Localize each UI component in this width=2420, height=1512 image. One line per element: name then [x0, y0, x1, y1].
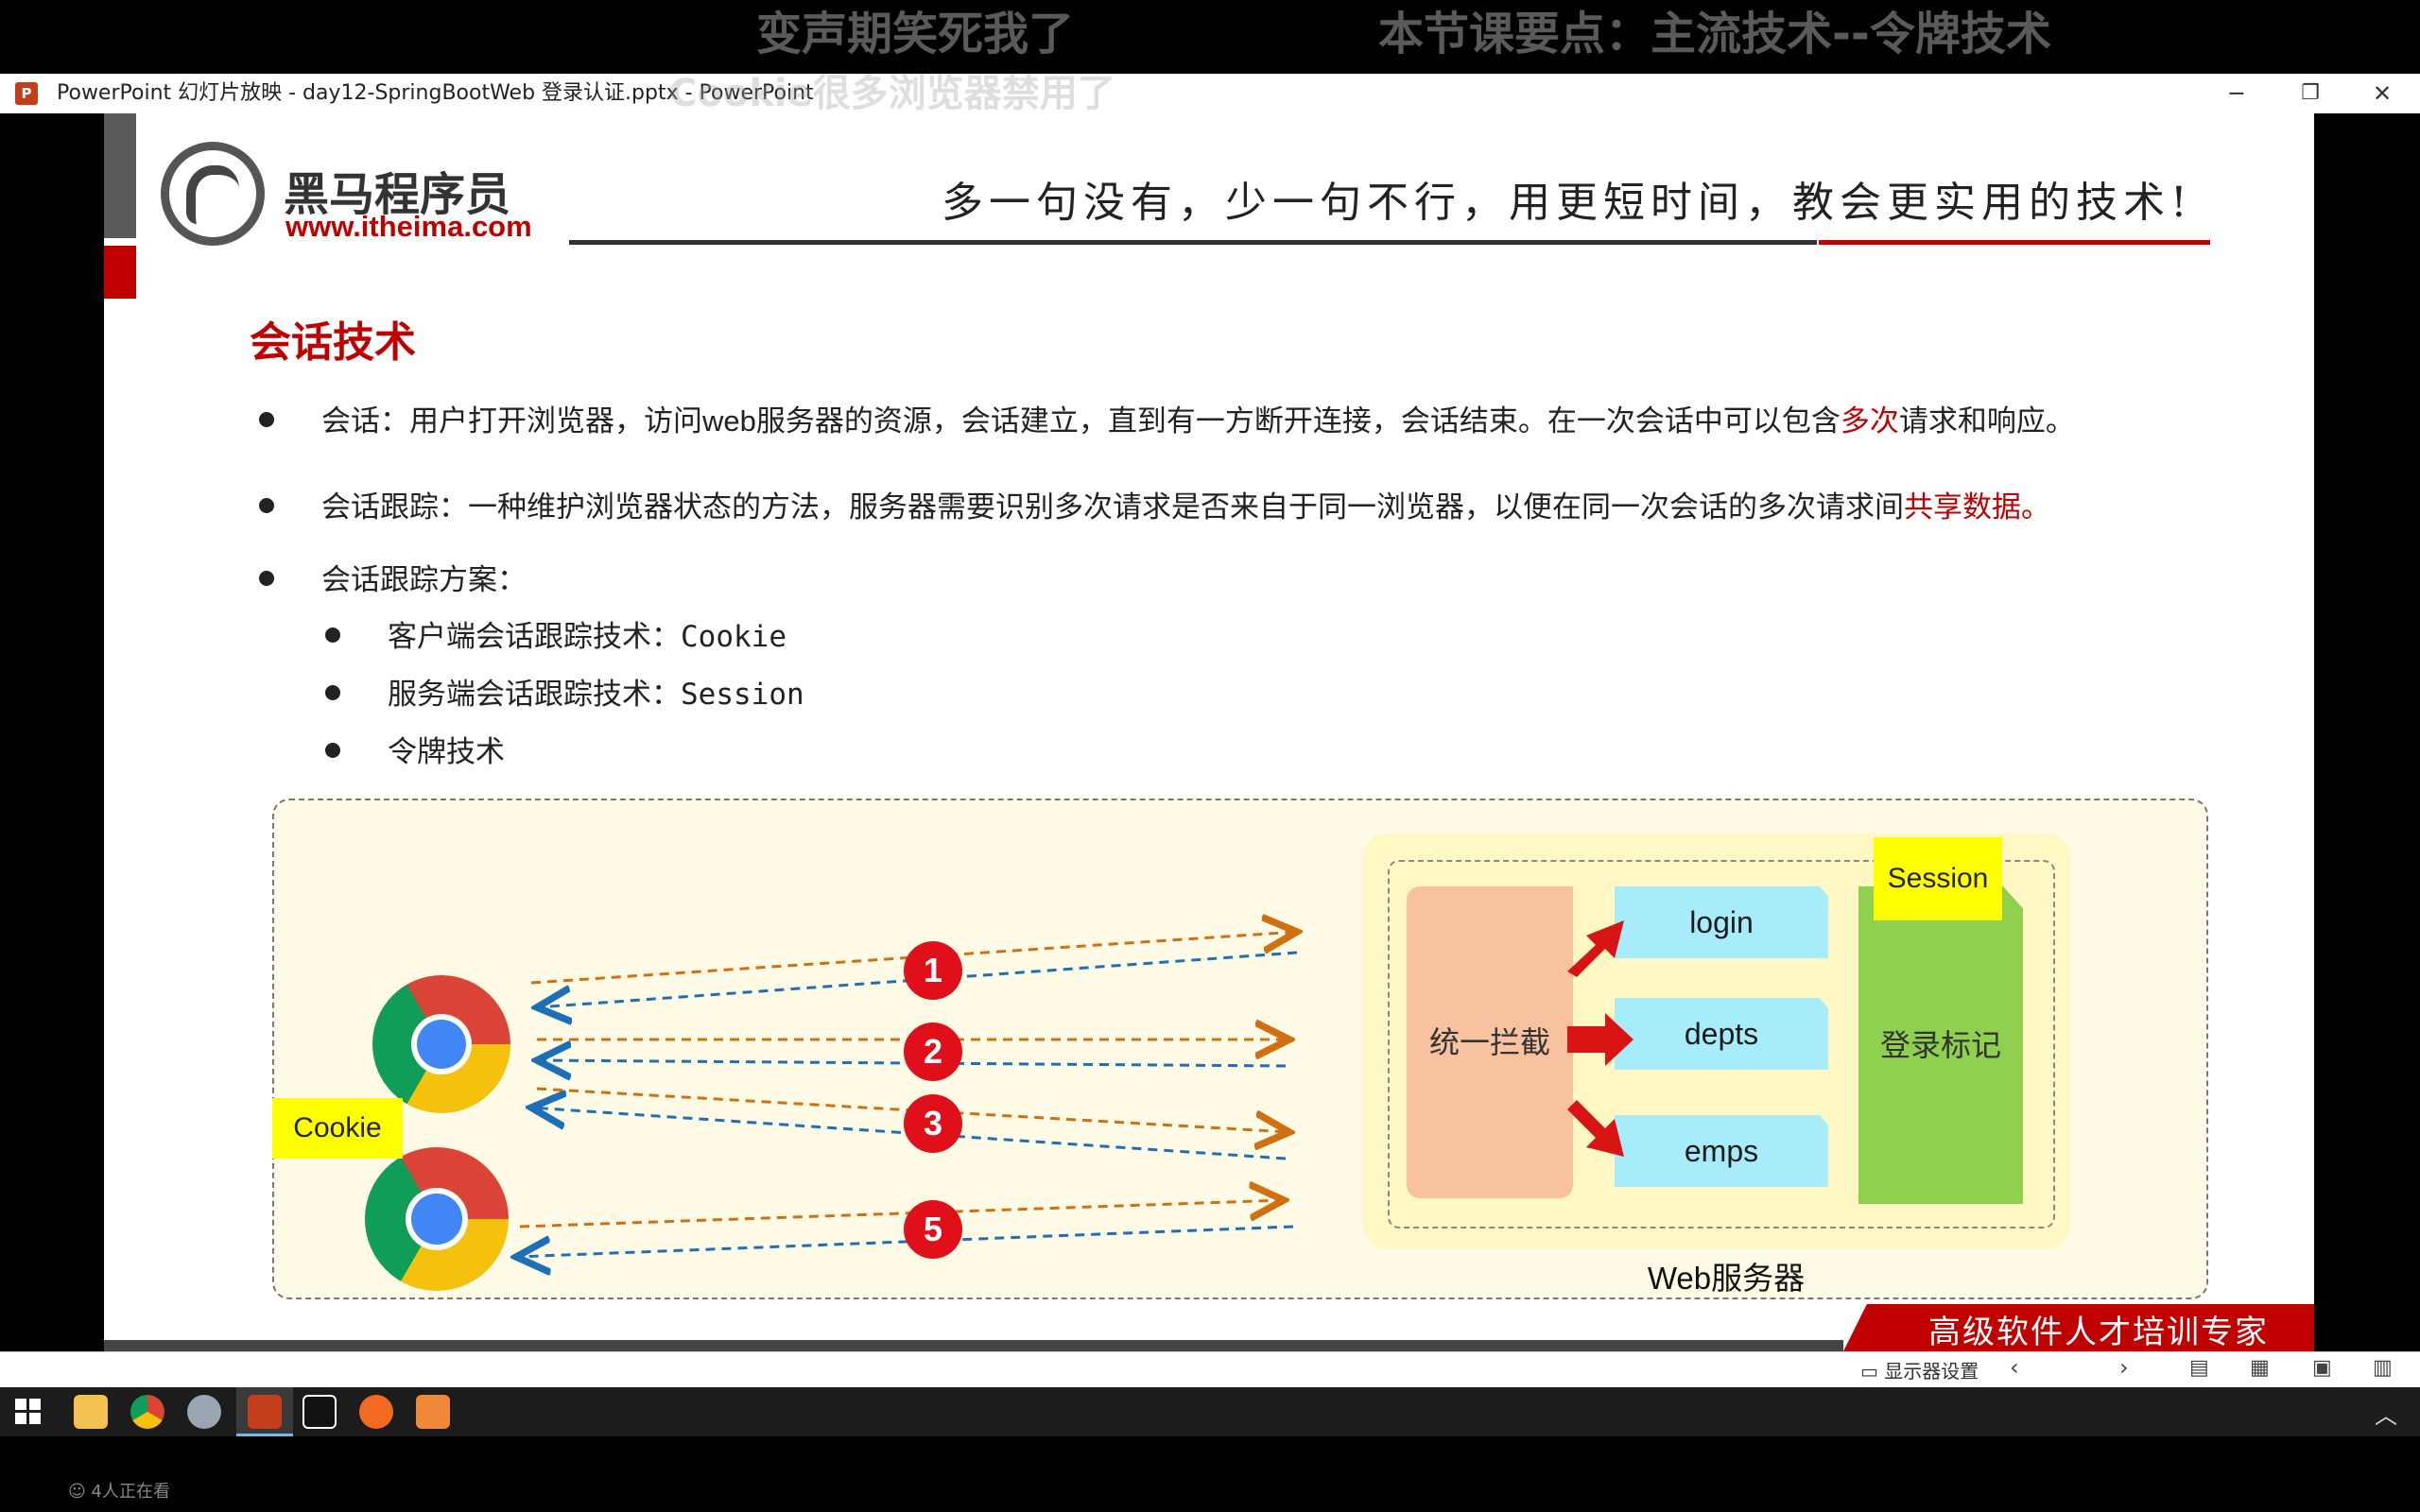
display-settings-button[interactable]: ▭ 显示器设置	[1860, 1356, 1979, 1383]
window-titlebar: P PowerPoint 幻灯片放映 - day12-SpringBootWeb…	[0, 74, 2420, 114]
overlay-caption-left: 变声期笑死我了	[756, 8, 1075, 60]
arrow-to-emps-icon	[1567, 1100, 1624, 1157]
overlay-faded-caption: Cookie很多浏览器禁用了	[669, 72, 1115, 115]
web-server-label: Web服务器	[1647, 1261, 1806, 1296]
windows-taskbar: ︿	[0, 1387, 2420, 1436]
footer-rule	[104, 1340, 1843, 1351]
login-flag: 登录标记	[1858, 886, 2023, 1204]
close-button[interactable]: ✕	[2344, 74, 2420, 113]
overlay-caption-right: 本节课要点：主流技术--令牌技术	[1378, 8, 2051, 60]
postman-taskbar-icon[interactable]	[359, 1395, 393, 1429]
app-taskbar-icon[interactable]	[187, 1395, 221, 1429]
powerpoint-taskbar-icon	[248, 1395, 282, 1429]
footer-banner-text: 高级软件人才培训专家	[1928, 1314, 2269, 1351]
previous-slide-button[interactable]: ‹	[2010, 1354, 2019, 1381]
normal-view-icon[interactable]: ▤	[2189, 1356, 2209, 1380]
tool-taskbar-icon[interactable]	[416, 1395, 450, 1429]
file-explorer-icon[interactable]	[74, 1395, 108, 1429]
reading-view-icon[interactable]: ▣	[2312, 1356, 2332, 1380]
restore-button[interactable]: ❐	[2273, 74, 2348, 113]
slideshow-status-bar: ▭ 显示器设置 ‹ › ▤ ▦ ▣ ▥	[0, 1351, 2420, 1388]
monitor-icon: ▭	[1860, 1360, 1885, 1383]
chrome-taskbar-icon[interactable]	[130, 1395, 164, 1429]
arrow-to-login-icon	[1567, 920, 1624, 977]
viewer-count: ☺ 4人正在看	[68, 1482, 170, 1502]
powerpoint-icon: P	[15, 82, 38, 105]
next-slide-button[interactable]: ›	[2119, 1354, 2129, 1381]
arrow-to-depts-icon	[1567, 1013, 1634, 1066]
system-tray-chevron-icon[interactable]: ︿	[2375, 1397, 2397, 1430]
windows-start-icon[interactable]	[15, 1399, 42, 1425]
viewers-icon: ☺	[68, 1482, 92, 1502]
letterbox-left	[0, 113, 104, 1351]
powerpoint-taskbar-item[interactable]	[236, 1387, 293, 1436]
slideshow-view-icon[interactable]: ▥	[2373, 1356, 2393, 1380]
minimize-button[interactable]: ─	[2199, 74, 2274, 113]
stream-footer: ☺ 4人正在看	[0, 1436, 2420, 1512]
intellij-taskbar-icon[interactable]	[302, 1395, 337, 1429]
slide-canvas: 黑马程序员 www.itheima.com 多一句没有，少一句不行，用更短时间，…	[104, 113, 2314, 1351]
slide-sorter-icon[interactable]: ▦	[2250, 1356, 2270, 1380]
session-tag: Session	[1874, 837, 2002, 920]
letterbox-right	[2314, 113, 2420, 1351]
